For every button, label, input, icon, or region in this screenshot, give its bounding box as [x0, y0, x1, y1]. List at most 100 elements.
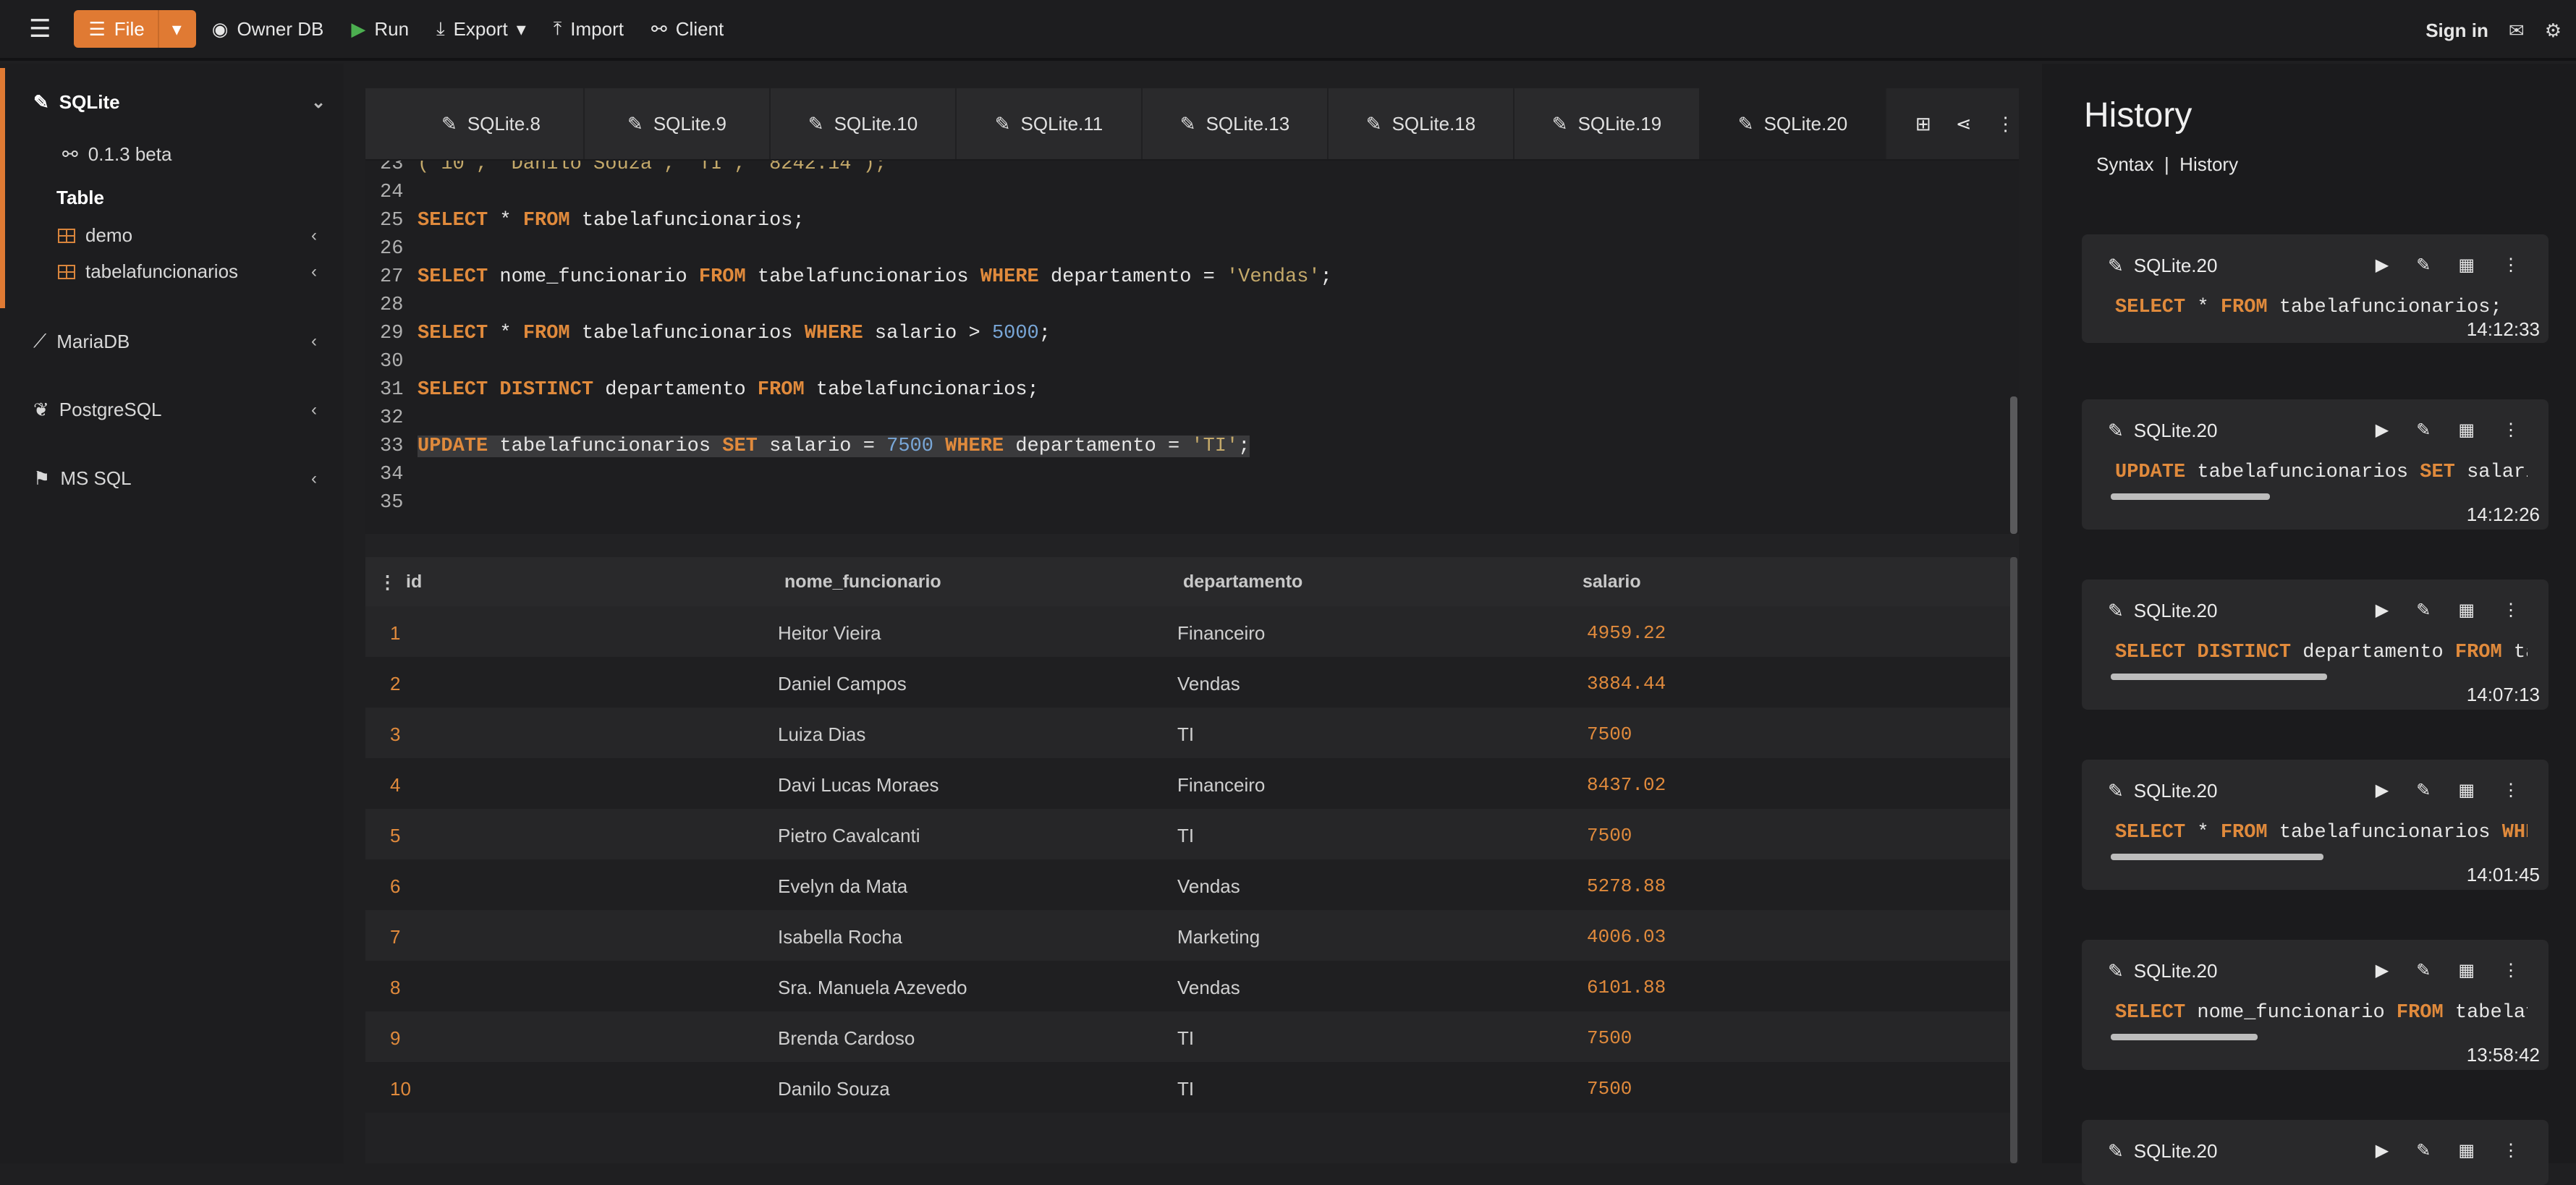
cell-id: 1: [390, 622, 401, 644]
history-card[interactable]: ✎ SQLite.20 ▶ ✎ ▦ ⋮ SELECT * FROM tabelafunc…: [2082, 760, 2549, 890]
edit-icon[interactable]: ✎: [2416, 420, 2431, 441]
chevron-down-icon: ⌄: [311, 93, 326, 112]
new-tab-icon[interactable]: ⊞: [1915, 113, 1931, 135]
play-icon[interactable]: ▶: [2376, 1140, 2389, 1161]
run-button[interactable]: ▶ Run: [351, 18, 409, 41]
column-header[interactable]: nome_funcionario: [784, 572, 941, 592]
sidebar-item-label: demo: [85, 224, 133, 246]
edit-icon[interactable]: ✎: [2416, 255, 2431, 276]
pencil-icon: ✎: [2108, 420, 2124, 441]
table-row[interactable]: 3 Luiza Dias TI 7500: [365, 708, 2012, 758]
edit-icon: ✎: [808, 112, 824, 135]
edit-icon[interactable]: ✎: [2416, 960, 2431, 981]
mail-icon[interactable]: ✉: [2509, 20, 2525, 42]
editor-scrollbar[interactable]: [2010, 396, 2017, 534]
more-vertical-icon[interactable]: ⋮: [2502, 420, 2520, 441]
column-header[interactable]: salario: [1583, 572, 1641, 592]
client-button[interactable]: ⚯ Client: [651, 18, 724, 41]
tab-actions: ⊞ ⋖ ⋮: [1886, 88, 2015, 159]
more-vertical-icon[interactable]: ⋮: [2502, 600, 2520, 621]
grid-icon[interactable]: ▦: [2458, 1140, 2475, 1161]
history-card-title: ✎ SQLite.20: [2108, 600, 2217, 622]
play-icon[interactable]: ▶: [2376, 960, 2389, 981]
history-card-time: 14:12:26: [2466, 504, 2540, 525]
edit-icon: ✎: [1179, 112, 1196, 135]
table-row[interactable]: 6 Evelyn da Mata Vendas 5278.88: [365, 859, 2012, 910]
gear-icon[interactable]: ⚙: [2545, 20, 2562, 42]
history-card[interactable]: ✎ SQLite.20 ▶ ✎ ▦ ⋮ SELECT nome_funcionario …: [2082, 940, 2549, 1070]
edit-icon[interactable]: ✎: [2416, 600, 2431, 621]
more-vertical-icon[interactable]: ⋮: [2502, 780, 2520, 801]
result-grid: ⋮ id nome_funcionario departamento salar…: [365, 557, 2019, 1163]
history-card[interactable]: ✎ SQLite.20 ▶ ✎ ▦ ⋮ SELECT * FROM tabelafunc…: [2082, 234, 2549, 343]
tab-sqlite-13[interactable]: ✎ SQLite.13: [1143, 88, 1329, 159]
history-card[interactable]: ✎ SQLite.20 ▶ ✎ ▦ ⋮ UPDATE tabelafuncionario…: [2082, 399, 2549, 530]
play-icon[interactable]: ▶: [2376, 255, 2389, 276]
grid-icon[interactable]: ▦: [2458, 600, 2475, 621]
history-card[interactable]: ✎ SQLite.20 ▶ ✎ ▦ ⋮ SELECT DISTINCT departam…: [2082, 579, 2549, 710]
sign-in-link[interactable]: Sign in: [2425, 20, 2488, 42]
table-row[interactable]: 5 Pietro Cavalcanti TI 7500: [365, 809, 2012, 859]
more-vertical-icon[interactable]: ⋮: [2502, 255, 2520, 276]
tab-sqlite-11[interactable]: ✎ SQLite.11: [957, 88, 1143, 159]
sidebar-item-postgresql[interactable]: ❦ PostgreSQL ‹: [33, 399, 317, 421]
edit-icon[interactable]: ✎: [2416, 780, 2431, 801]
table-row[interactable]: 9 Brenda Cardoso TI 7500: [365, 1011, 2012, 1062]
syntax-link[interactable]: Syntax: [2096, 153, 2154, 175]
tab-sqlite-19[interactable]: ✎ SQLite.19: [1514, 88, 1700, 159]
import-button[interactable]: ⤒ Import: [554, 17, 624, 41]
tab-sqlite-10[interactable]: ✎ SQLite.10: [771, 88, 957, 159]
history-link[interactable]: History: [2179, 153, 2238, 175]
menu-icon[interactable]: ☰: [29, 14, 51, 43]
play-icon[interactable]: ▶: [2376, 600, 2389, 621]
table-row[interactable]: 2 Daniel Campos Vendas 3884.44: [365, 657, 2012, 708]
edit-icon[interactable]: ✎: [2416, 1140, 2431, 1161]
tab-sqlite-8[interactable]: ✎ SQLite.8: [399, 88, 585, 159]
code-editor[interactable]: 23 ('10', 'Danilo Souza', 'TI', '8242.14'…: [365, 161, 2019, 534]
owner-db-button[interactable]: ◉ Owner DB: [212, 18, 324, 41]
cell-nome: Isabella Rocha: [778, 926, 902, 948]
history-card-tab: SQLite.20: [2133, 1140, 2218, 1162]
cell-departamento: Financeiro: [1177, 774, 1266, 796]
history-card-progress: [2111, 1034, 2258, 1040]
history-card-tab: SQLite.20: [2133, 420, 2218, 441]
column-header[interactable]: departamento: [1183, 572, 1302, 592]
column-menu-icon[interactable]: ⋮: [378, 572, 397, 593]
sidebar-item-mariadb[interactable]: ⟋ MariaDB ‹: [33, 330, 317, 353]
grid-icon[interactable]: ▦: [2458, 960, 2475, 981]
cell-salario: 7500: [1587, 1027, 1632, 1049]
sitemap-icon: ⚯: [651, 17, 667, 40]
column-header[interactable]: id: [406, 572, 422, 592]
file-menu-button[interactable]: ☰ File ▾: [74, 10, 196, 48]
play-icon[interactable]: ▶: [2376, 420, 2389, 441]
sidebar-item-mssql[interactable]: ⚑ MS SQL ‹: [33, 467, 317, 490]
tab-sqlite-9[interactable]: ✎ SQLite.9: [585, 88, 771, 159]
cell-departamento: Vendas: [1177, 875, 1240, 897]
history-card[interactable]: ✎ SQLite.20 ▶ ✎ ▦ ⋮: [2082, 1120, 2549, 1185]
table-row[interactable]: 4 Davi Lucas Moraes Financeiro 8437.02: [365, 758, 2012, 809]
grid-scrollbar[interactable]: [2010, 557, 2017, 1163]
chevron-left-icon: ‹: [311, 468, 317, 488]
tab-sqlite-18[interactable]: ✎ SQLite.18: [1329, 88, 1514, 159]
tab-label: SQLite.11: [1020, 112, 1103, 135]
table-row[interactable]: 1 Heitor Vieira Financeiro 4959.22: [365, 606, 2012, 657]
grid-icon[interactable]: ▦: [2458, 255, 2475, 276]
cell-salario: 6101.88: [1587, 977, 1666, 998]
table-row[interactable]: 10 Danilo Souza TI 7500: [365, 1062, 2012, 1113]
tab-sqlite-20[interactable]: ✎ SQLite.20: [1700, 88, 1886, 159]
share-icon[interactable]: ⋖: [1956, 113, 1972, 135]
sidebar-item-tabelafuncionarios[interactable]: tabelafuncionarios ‹: [58, 260, 317, 283]
more-vertical-icon[interactable]: ⋮: [2502, 1140, 2520, 1161]
grid-icon[interactable]: ▦: [2458, 420, 2475, 441]
cell-id: 3: [390, 723, 401, 745]
history-card-query: UPDATE tabelafuncionarios SET salario = …: [2115, 462, 2528, 483]
grid-icon[interactable]: ▦: [2458, 780, 2475, 801]
export-button[interactable]: ⤓ Export ▾: [436, 17, 526, 41]
table-row[interactable]: 8 Sra. Manuela Azevedo Vendas 6101.88: [365, 961, 2012, 1011]
sidebar-item-sqlite[interactable]: ✎ SQLite ⌄: [33, 91, 326, 114]
sidebar-item-demo[interactable]: demo ‹: [58, 224, 317, 247]
more-vertical-icon[interactable]: ⋮: [2502, 960, 2520, 981]
more-vertical-icon[interactable]: ⋮: [1996, 113, 2015, 135]
play-icon[interactable]: ▶: [2376, 780, 2389, 801]
table-row[interactable]: 7 Isabella Rocha Marketing 4006.03: [365, 910, 2012, 961]
